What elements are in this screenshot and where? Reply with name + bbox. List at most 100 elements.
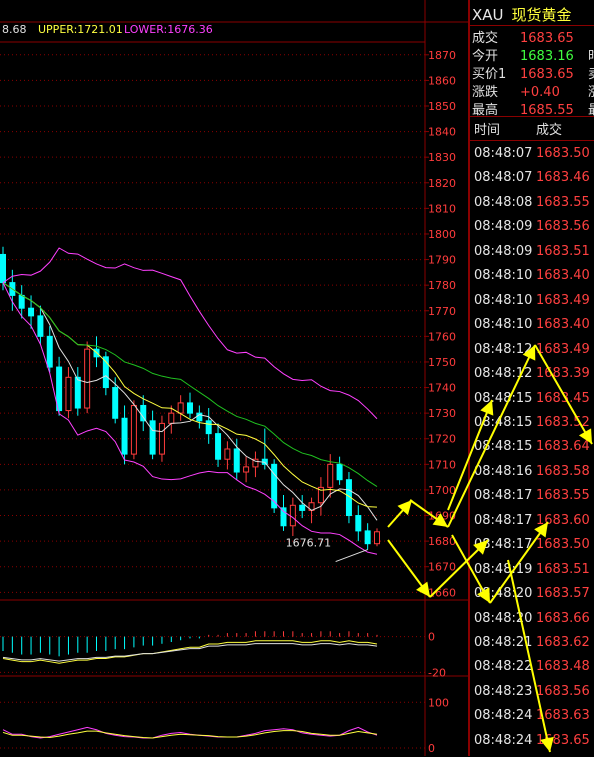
y-tick-label: 1720 — [428, 433, 456, 446]
tick-row: 08:48:17 1683.60 — [474, 513, 590, 538]
tick-price: 1683.63 — [536, 708, 590, 724]
tick-price: 1683.49 — [536, 341, 590, 357]
tick-time: 08:48:17 — [474, 488, 533, 504]
y-tick-label: 1830 — [428, 151, 456, 164]
candle-body — [327, 463, 334, 488]
tick-time: 08:48:15 — [474, 414, 533, 430]
quote-row: 涨跌 +0.40 涨 — [472, 81, 594, 100]
tick-time: 08:48:07 — [474, 146, 533, 161]
tick-time: 08:48:10 — [474, 292, 533, 308]
candle-body — [233, 448, 240, 473]
quote-value: 1683.16 — [520, 49, 574, 64]
y-tick-label: 1770 — [428, 305, 456, 318]
divider — [470, 25, 594, 26]
indicator-lower-value: LOWER:1676.36 — [124, 23, 213, 36]
tick-price: 1683.52 — [536, 414, 590, 430]
y-tick-label: 1820 — [428, 177, 456, 190]
tick-time: 08:48:23 — [474, 683, 533, 699]
quote-label: 涨跌 — [472, 85, 499, 100]
candlestick-chart-area[interactable]: 1870 1860 1850 1840 1830 1820 1810 1800 1790 1780… — [0, 0, 468, 756]
tick-time: 08:48:07 — [474, 170, 533, 186]
tick-time: 08:48:15 — [474, 439, 533, 455]
y-tick-label: 1780 — [428, 279, 456, 292]
candle-body — [364, 530, 371, 545]
tick-row: 08:48:24 1683.63 — [474, 708, 590, 733]
candle-body — [18, 294, 25, 309]
y-tick-label: 1670 — [428, 561, 456, 574]
y-tick-label: 1750 — [428, 356, 456, 369]
tick-row: 08:48:20 1683.57 — [474, 586, 590, 611]
divider — [470, 116, 594, 117]
tick-row: 08:48:07 1683.50 — [474, 146, 590, 171]
symbol-name: 现货黄金 — [511, 6, 572, 24]
tick-time: 08:48:17 — [474, 512, 533, 528]
tick-row: 08:48:15 1683.45 — [474, 391, 590, 416]
y-tick-label: 1660 — [428, 586, 456, 599]
tick-row: 08:48:15 1683.52 — [474, 415, 590, 440]
tick-row: 08:48:17 1683.50 — [474, 537, 590, 562]
tick-price: 1683.50 — [536, 537, 590, 553]
tick-price: 1683.58 — [536, 463, 590, 479]
candle-body — [289, 504, 296, 527]
tick-price: 1683.55 — [536, 488, 590, 504]
candle-body — [46, 335, 53, 368]
tick-time: 08:48:21 — [474, 635, 533, 650]
tick-header-price: 成交 — [536, 123, 563, 138]
quote-extra-label: 涨 — [588, 81, 594, 100]
tick-row: 08:48:22 1683.48 — [474, 659, 590, 684]
quote-label: 今开 — [472, 49, 499, 64]
quote-value: 1683.65 — [520, 31, 574, 46]
osc-tick-label: 100 — [428, 696, 449, 709]
tick-row: 08:48:09 1683.56 — [474, 219, 590, 244]
tick-time: 08:48:24 — [474, 708, 533, 724]
y-tick-label: 1790 — [428, 254, 456, 267]
chart-canvas: 1870 1860 1850 1840 1830 1820 1810 1800 1790 1780… — [0, 0, 468, 756]
tick-price: 1683.48 — [536, 659, 590, 675]
tick-price: 1683.49 — [536, 292, 590, 308]
tick-time: 08:48:16 — [474, 463, 533, 479]
candle-body — [280, 507, 287, 527]
macd-tick-label: 0 — [428, 631, 435, 644]
tick-price: 1683.57 — [536, 586, 590, 602]
candle-body — [0, 253, 6, 284]
tick-price: 1683.65 — [536, 732, 590, 748]
tick-time: 08:48:12 — [474, 366, 533, 382]
y-tick-label: 1700 — [428, 484, 456, 497]
quote-row: 成交 1683.65 — [472, 27, 594, 46]
tick-time: 08:48:24 — [474, 732, 533, 748]
osc-tick-label: 0 — [428, 742, 435, 755]
tick-row: 08:48:17 1683.55 — [474, 488, 590, 513]
y-tick-label: 1810 — [428, 202, 456, 215]
tick-row: 08:48:10 1683.40 — [474, 268, 590, 293]
y-tick-label: 1740 — [428, 382, 456, 395]
candle-body — [28, 307, 35, 317]
tick-price: 1683.39 — [536, 366, 590, 382]
y-tick-label: 1870 — [428, 49, 456, 62]
quote-panel: XAU 现货黄金 成交 1683.65 今开 1683.16 时买价1 1683.65 卖涨跌… — [468, 0, 594, 756]
tick-row: 08:48:24 1683.65 — [474, 733, 590, 757]
tick-row: 08:48:23 1683.56 — [474, 684, 590, 709]
y-tick-label: 1840 — [428, 126, 456, 139]
tick-row: 08:48:12 1683.49 — [474, 342, 590, 367]
candle-body — [140, 404, 147, 422]
tick-price: 1683.55 — [536, 194, 590, 210]
symbol-code: XAU — [472, 6, 504, 24]
tick-price: 1683.40 — [536, 317, 590, 333]
candle-body — [205, 420, 212, 435]
candle-body — [130, 404, 137, 455]
divider — [470, 140, 594, 141]
tick-time: 08:48:10 — [474, 317, 533, 333]
tick-row: 08:48:12 1683.39 — [474, 366, 590, 391]
tick-price: 1683.56 — [536, 219, 590, 235]
y-tick-label: 1850 — [428, 100, 456, 113]
tick-price: 1683.45 — [536, 390, 590, 406]
tick-price: 1683.66 — [536, 610, 590, 626]
tick-price: 1683.56 — [536, 683, 590, 699]
candle-body — [84, 348, 91, 409]
tick-price: 1683.60 — [536, 512, 590, 528]
candle-body — [121, 417, 128, 455]
candle-body — [158, 422, 165, 455]
macd-tick-label: -20 — [428, 666, 446, 679]
tick-price: 1683.62 — [536, 635, 590, 650]
tick-price: 1683.46 — [536, 170, 590, 186]
